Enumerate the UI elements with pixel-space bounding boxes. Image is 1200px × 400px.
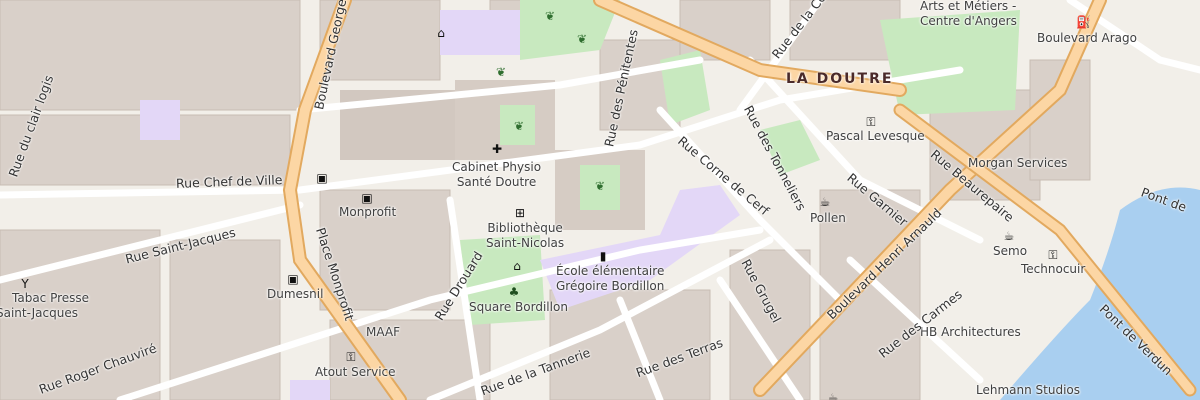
- bus-stop-icon[interactable]: ▣: [315, 172, 329, 186]
- medical-cross-icon[interactable]: ✚: [490, 143, 504, 157]
- place-line: Centre d'Angers: [920, 14, 1017, 28]
- place-line: Bibliothèque: [487, 221, 563, 235]
- bar-icon[interactable]: Y: [18, 278, 32, 292]
- place-morgan-services[interactable]: Morgan Services: [968, 157, 1067, 169]
- place-cabinet-physio[interactable]: Cabinet Physio Santé Doutre: [452, 161, 541, 188]
- place-maaf[interactable]: MAAF: [366, 326, 400, 338]
- bus-stop-icon[interactable]: ▣: [286, 273, 300, 287]
- place-line: Grégoire Bordillon: [556, 279, 665, 293]
- place-hb-architectures[interactable]: HB Architectures: [920, 326, 1021, 338]
- place-ecole[interactable]: École élémentaire Grégoire Bordillon: [556, 265, 664, 292]
- place-arts-et-metiers[interactable]: Arts et Métiers - Centre d'Angers: [920, 0, 1017, 27]
- tree-icon[interactable]: ❦: [593, 180, 607, 194]
- cafe-icon[interactable]: ☕: [1002, 230, 1016, 244]
- place-line: Tabac Presse: [12, 291, 90, 305]
- place-line: Saint-Nicolas: [486, 236, 565, 250]
- place-line: Arts et Métiers -: [920, 0, 1017, 13]
- shop-icon[interactable]: ⚿: [344, 351, 358, 365]
- place-bibliotheque[interactable]: Bibliothèque Saint-Nicolas: [486, 222, 564, 249]
- library-icon[interactable]: ⊞: [513, 207, 527, 221]
- place-line: Saint-Jacques: [0, 306, 78, 320]
- shop-icon[interactable]: ⚿: [864, 116, 878, 130]
- place-line: Cabinet Physio: [452, 160, 542, 174]
- place-lehmann-studios[interactable]: Lehmann Studios: [976, 384, 1080, 396]
- map-canvas[interactable]: LA DOUTRE Arts et Métiers - Centre d'Ang…: [0, 0, 1200, 400]
- tree-icon[interactable]: ❦: [494, 66, 508, 80]
- tree-icon[interactable]: ❦: [543, 10, 557, 24]
- shop-icon[interactable]: ⌂: [434, 27, 448, 41]
- place-pascal-levesque[interactable]: Pascal Levesque: [826, 130, 925, 142]
- cafe-icon[interactable]: ☕: [818, 196, 832, 210]
- place-semo[interactable]: Semo: [993, 245, 1027, 257]
- place-atout-service[interactable]: Atout Service: [315, 366, 396, 378]
- place-square-bordillon[interactable]: Square Bordillon: [469, 301, 568, 313]
- place-boulevard-arago[interactable]: Boulevard Arago: [1037, 32, 1137, 44]
- fuel-icon[interactable]: ⛽: [1076, 16, 1091, 30]
- school-icon[interactable]: ▮: [596, 250, 610, 264]
- tree-icon[interactable]: ♣: [507, 286, 521, 300]
- place-line: École élémentaire: [556, 264, 665, 278]
- district-label: LA DOUTRE: [786, 71, 894, 87]
- tree-icon[interactable]: ❦: [575, 33, 589, 47]
- shop-icon[interactable]: ⚿: [1046, 249, 1060, 263]
- playground-icon[interactable]: ⌂: [510, 260, 524, 274]
- place-tabac-presse[interactable]: Tabac Presse Saint-Jacques: [0, 292, 89, 319]
- cafe-icon[interactable]: ☕: [826, 392, 840, 400]
- place-line: Santé Doutre: [456, 175, 537, 189]
- map-layers: [0, 0, 1200, 400]
- tree-icon[interactable]: ❦: [512, 120, 526, 134]
- place-monprofit[interactable]: Monprofit: [339, 206, 396, 218]
- place-pollen[interactable]: Pollen: [810, 212, 846, 224]
- place-technocuir[interactable]: Technocuir: [1021, 263, 1085, 275]
- place-dumesnil[interactable]: Dumesnil: [267, 288, 323, 300]
- bus-stop-icon[interactable]: ▣: [360, 192, 374, 206]
